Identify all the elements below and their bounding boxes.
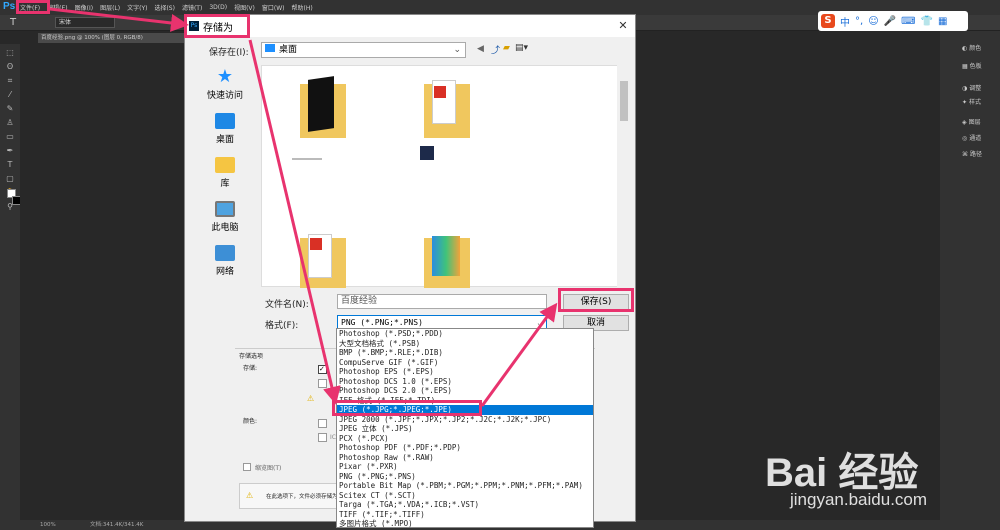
arrow-menu-to-dialog [49, 7, 189, 32]
arrow-dialog-to-jpeg [248, 39, 341, 405]
watermark-url: jingyan.baidu.com [790, 490, 928, 509]
arrow-jpeg-to-save [480, 302, 558, 407]
